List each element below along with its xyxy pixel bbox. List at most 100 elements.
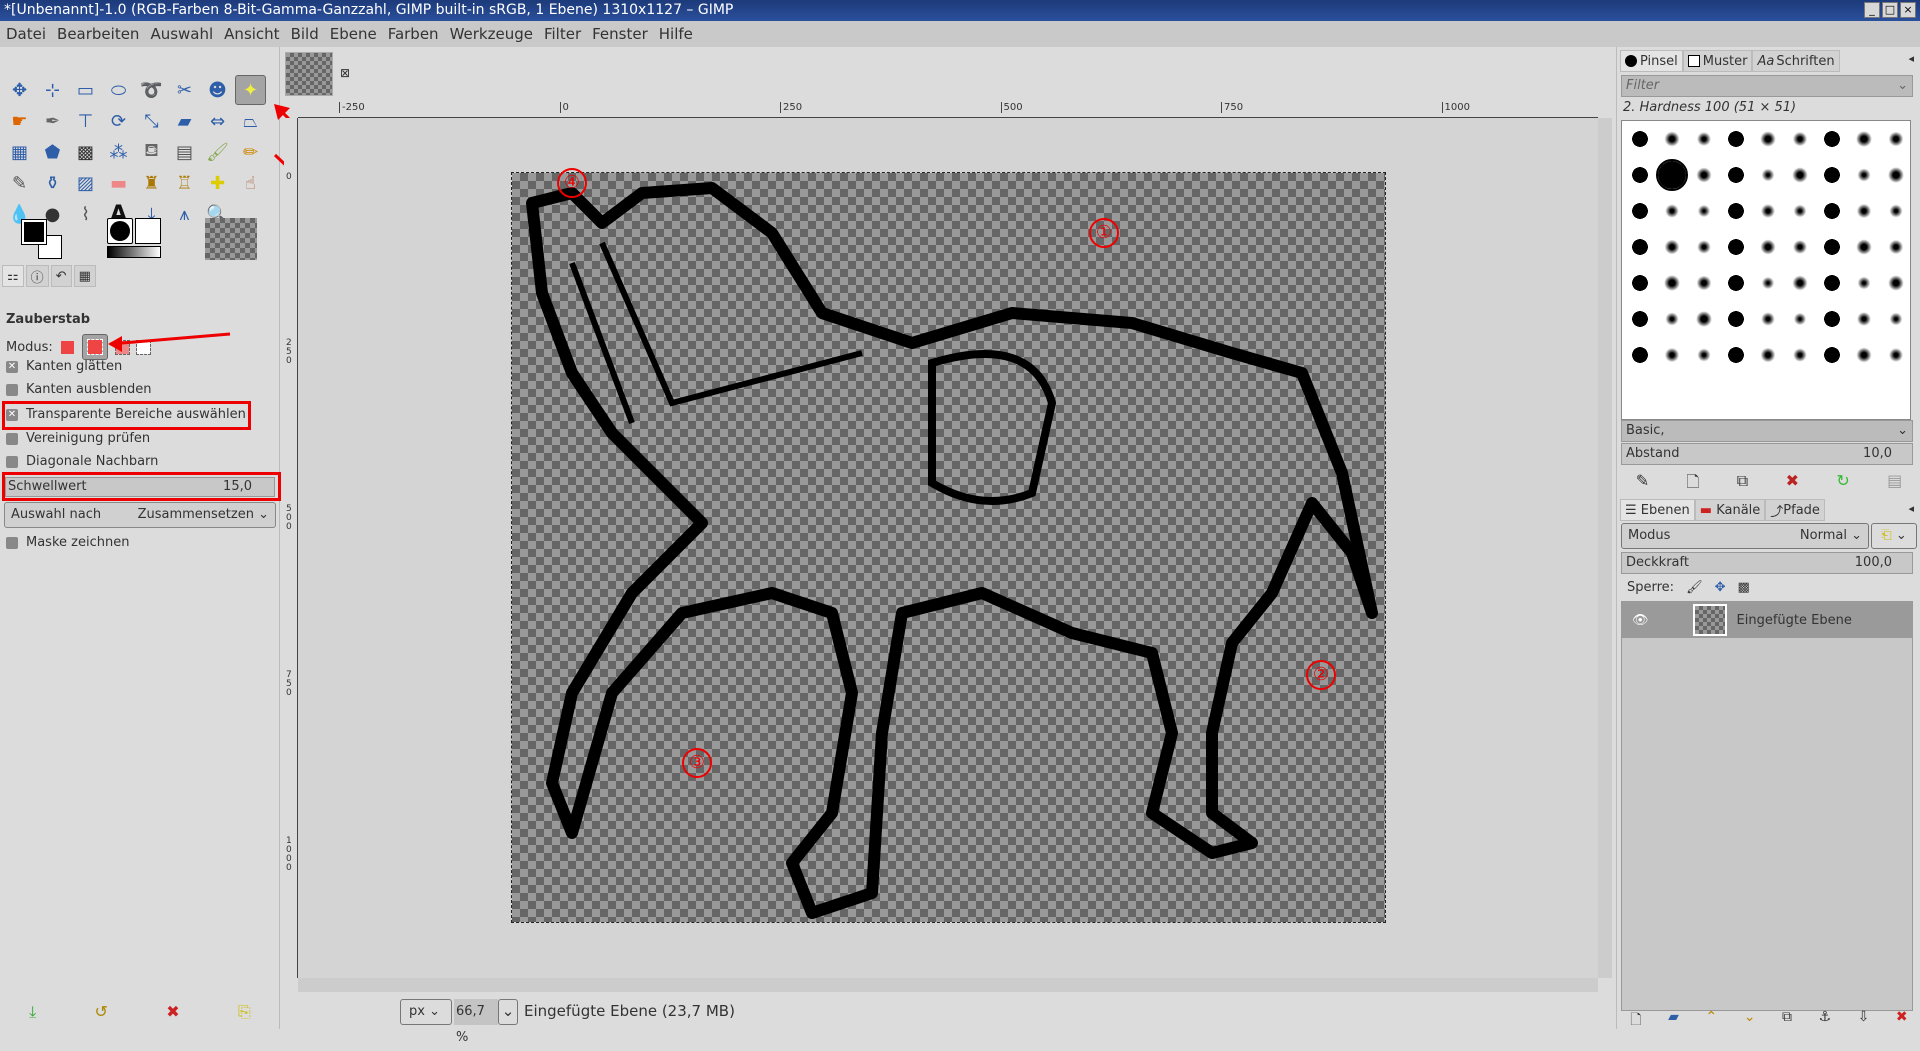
zoom-dropdown-button[interactable]: ⌄ — [498, 999, 518, 1025]
brush-item[interactable] — [1850, 305, 1878, 333]
layer-mode-dropdown[interactable]: Modus Normal ⌄ — [1621, 523, 1869, 549]
brush-tag-dropdown[interactable]: Basic, ⌄ — [1621, 420, 1913, 442]
brush-item[interactable] — [1882, 197, 1910, 225]
visibility-eye-icon[interactable]: 👁 — [1632, 613, 1649, 628]
brush-item[interactable] — [1818, 233, 1846, 261]
draw-mask-checkbox[interactable] — [6, 536, 18, 549]
brush-item[interactable] — [1722, 161, 1750, 189]
image-layer[interactable]: ④ ① ② ③ — [511, 168, 1386, 923]
spacing-slider[interactable]: Abstand 10,0 — [1621, 443, 1913, 465]
brush-item[interactable] — [1690, 161, 1718, 189]
zoom-field[interactable]: 66,7 % — [454, 999, 498, 1045]
brush-item[interactable] — [1850, 269, 1878, 297]
brush-item[interactable] — [1818, 161, 1846, 189]
brush-item[interactable] — [1658, 305, 1686, 333]
brush-item[interactable] — [1722, 305, 1750, 333]
menu-ansicht[interactable]: Ansicht — [224, 25, 279, 43]
menu-auswahl[interactable]: Auswahl — [150, 25, 213, 43]
brush-item[interactable] — [1818, 269, 1846, 297]
close-button[interactable]: × — [1900, 2, 1916, 18]
foreground-color-swatch[interactable] — [21, 219, 47, 245]
brush-item[interactable] — [1754, 197, 1782, 225]
tab-brushes[interactable]: Pinsel — [1620, 50, 1683, 72]
brush-item[interactable] — [1882, 161, 1910, 189]
brush-item[interactable] — [1754, 269, 1782, 297]
horizontal-scrollbar[interactable] — [298, 978, 1598, 992]
menu-filter[interactable]: Filter — [544, 25, 581, 43]
brush-item[interactable] — [1626, 161, 1654, 189]
duplicate-layer-icon[interactable]: ⧉ — [1782, 1009, 1792, 1033]
brush-item[interactable] — [1882, 125, 1910, 153]
edit-brush-icon[interactable]: ✎ — [1636, 471, 1649, 498]
brush-item[interactable] — [1658, 233, 1686, 261]
menu-datei[interactable]: Datei — [6, 25, 46, 43]
save-options-icon[interactable]: ⤓ — [29, 1002, 36, 1022]
layer-row[interactable]: 👁 Eingefügte Ebene — [1622, 602, 1912, 638]
brush-item[interactable] — [1754, 125, 1782, 153]
brush-item[interactable] — [1818, 197, 1846, 225]
brush-item[interactable] — [1722, 197, 1750, 225]
select-by-dropdown[interactable]: Auswahl nach Zusammensetzen ⌄ — [4, 502, 276, 528]
brush-item[interactable] — [1786, 341, 1814, 369]
brush-item[interactable] — [1754, 305, 1782, 333]
brush-item[interactable] — [1656, 159, 1688, 191]
brush-item[interactable] — [1786, 305, 1814, 333]
brush-item[interactable] — [1850, 197, 1878, 225]
brush-item[interactable] — [1786, 197, 1814, 225]
brush-item[interactable] — [1882, 305, 1910, 333]
brush-item[interactable] — [1754, 161, 1782, 189]
brush-item[interactable] — [1690, 197, 1718, 225]
lock-position-icon[interactable]: ✥ — [1715, 580, 1726, 595]
brush-item[interactable] — [1850, 161, 1878, 189]
brush-item[interactable] — [1690, 125, 1718, 153]
new-brush-icon[interactable]: 🗋 — [1686, 471, 1699, 498]
brush-item[interactable] — [1658, 269, 1686, 297]
lock-alpha-icon[interactable]: ▩ — [1737, 580, 1749, 595]
minimize-button[interactable]: _ — [1864, 2, 1880, 18]
brush-item[interactable] — [1882, 341, 1910, 369]
menu-ebene[interactable]: Ebene — [330, 25, 377, 43]
brush-item[interactable] — [1690, 233, 1718, 261]
delete-options-icon[interactable]: ✖ — [166, 1002, 179, 1022]
brush-item[interactable] — [1690, 305, 1718, 333]
brush-item[interactable] — [1818, 341, 1846, 369]
brush-item[interactable] — [1786, 269, 1814, 297]
tab-patterns[interactable]: Muster — [1682, 50, 1753, 72]
brush-item[interactable] — [1626, 197, 1654, 225]
brush-item[interactable] — [1882, 233, 1910, 261]
menu-werkzeuge[interactable]: Werkzeuge — [450, 25, 533, 43]
brush-item[interactable] — [1818, 125, 1846, 153]
vertical-scrollbar[interactable] — [1598, 118, 1612, 978]
raise-layer-icon[interactable]: ⌃ — [1705, 1009, 1717, 1033]
brush-item[interactable] — [1850, 125, 1878, 153]
unit-dropdown[interactable]: px ⌄ — [400, 999, 452, 1025]
brush-item[interactable] — [1626, 233, 1654, 261]
brush-item[interactable] — [1754, 233, 1782, 261]
brush-filter-input[interactable]: Filter ⌄ — [1621, 75, 1913, 97]
brush-item[interactable] — [1722, 233, 1750, 261]
brush-item[interactable] — [1722, 269, 1750, 297]
brush-item[interactable] — [1818, 305, 1846, 333]
delete-brush-icon[interactable]: ✖ — [1786, 471, 1799, 498]
brush-item[interactable] — [1786, 161, 1814, 189]
close-image-tab-icon[interactable]: ⊠ — [340, 66, 350, 80]
refresh-brushes-icon[interactable]: ↻ — [1836, 471, 1849, 498]
tab-paths[interactable]: ⤴ Pfade — [1765, 499, 1825, 521]
panel-menu-icon[interactable]: ◂ — [1908, 52, 1914, 65]
brush-item[interactable] — [1658, 197, 1686, 225]
brush-item[interactable] — [1722, 125, 1750, 153]
reset-options-icon[interactable]: ⎘ — [238, 1002, 251, 1022]
image-tab[interactable] — [285, 52, 333, 96]
brush-item[interactable] — [1690, 269, 1718, 297]
anchor-layer-icon[interactable]: ⚓ — [1819, 1009, 1832, 1033]
brush-item[interactable] — [1850, 341, 1878, 369]
brush-item[interactable] — [1626, 305, 1654, 333]
brush-item[interactable] — [1626, 125, 1654, 153]
menu-hilfe[interactable]: Hilfe — [659, 25, 693, 43]
delete-layer-icon[interactable]: ✖ — [1896, 1009, 1908, 1033]
menu-fenster[interactable]: Fenster — [592, 25, 648, 43]
brush-item[interactable] — [1658, 125, 1686, 153]
opacity-slider[interactable]: Deckkraft 100,0 — [1621, 552, 1913, 574]
duplicate-brush-icon[interactable]: ⧉ — [1737, 471, 1748, 498]
brush-item[interactable] — [1690, 341, 1718, 369]
